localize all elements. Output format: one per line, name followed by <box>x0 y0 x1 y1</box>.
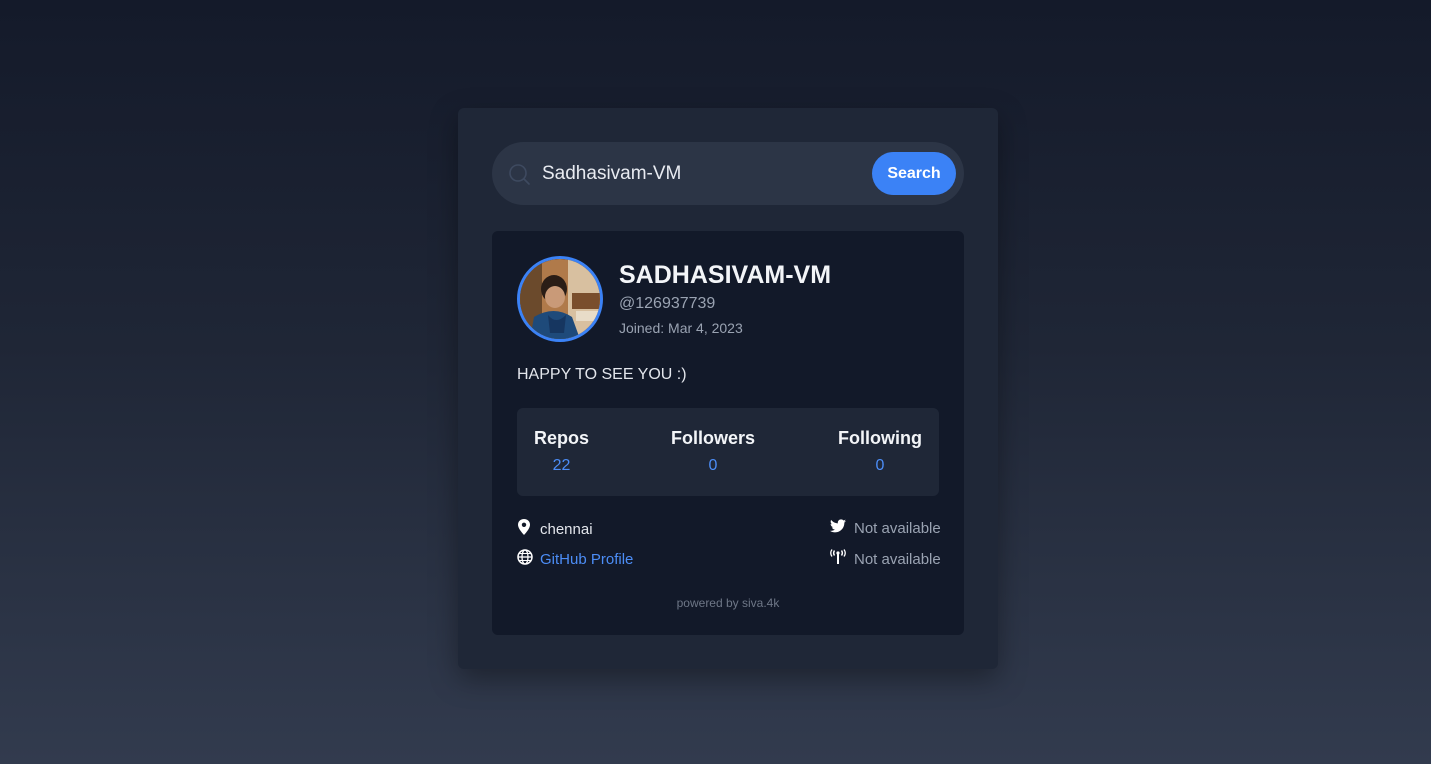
github-profile-link[interactable]: GitHub Profile <box>540 551 633 568</box>
search-button[interactable]: Search <box>872 152 956 195</box>
twitter-row: Not available <box>830 519 941 537</box>
search-icon <box>507 162 531 186</box>
search-bar: Search <box>492 142 964 205</box>
company-row: Not available <box>830 549 941 569</box>
stats-panel: Repos 22 Followers 0 Following 0 <box>517 408 939 496</box>
stat-followers-label: Followers <box>671 428 756 448</box>
stat-repos: Repos 22 <box>534 428 589 475</box>
twitter-text: Not available <box>854 519 941 537</box>
avatar <box>517 256 603 342</box>
powered-by-text: powered by siva.4k <box>676 596 780 610</box>
stat-following-value: 0 <box>875 457 885 474</box>
website-row: GitHub Profile <box>517 549 633 569</box>
antenna-icon <box>830 549 846 569</box>
profile-finder-panel: Search SADHASIVAM-VM @126937739 Joined: … <box>458 108 998 669</box>
stat-followers-value: 0 <box>708 457 718 474</box>
stat-followers: Followers 0 <box>671 428 755 475</box>
company-text: Not available <box>854 550 941 568</box>
stat-following-label: Following <box>838 428 922 448</box>
joined-date: Joined: Mar 4, 2023 <box>619 320 743 336</box>
search-input[interactable] <box>542 157 862 191</box>
location-row: chennai <box>517 519 593 539</box>
stat-repos-value: 22 <box>552 457 571 474</box>
profile-bio: HAPPY TO SEE YOU :) <box>517 366 687 383</box>
profile-name: SADHASIVAM-VM <box>619 261 832 289</box>
profile-card: SADHASIVAM-VM @126937739 Joined: Mar 4, … <box>492 231 964 635</box>
stat-repos-label: Repos <box>534 428 590 448</box>
globe-icon <box>517 549 533 569</box>
map-pin-icon <box>517 519 531 539</box>
twitter-icon <box>830 519 846 537</box>
stat-following: Following 0 <box>838 428 922 475</box>
profile-handle: @126937739 <box>619 295 716 312</box>
location-text: chennai <box>540 520 593 538</box>
